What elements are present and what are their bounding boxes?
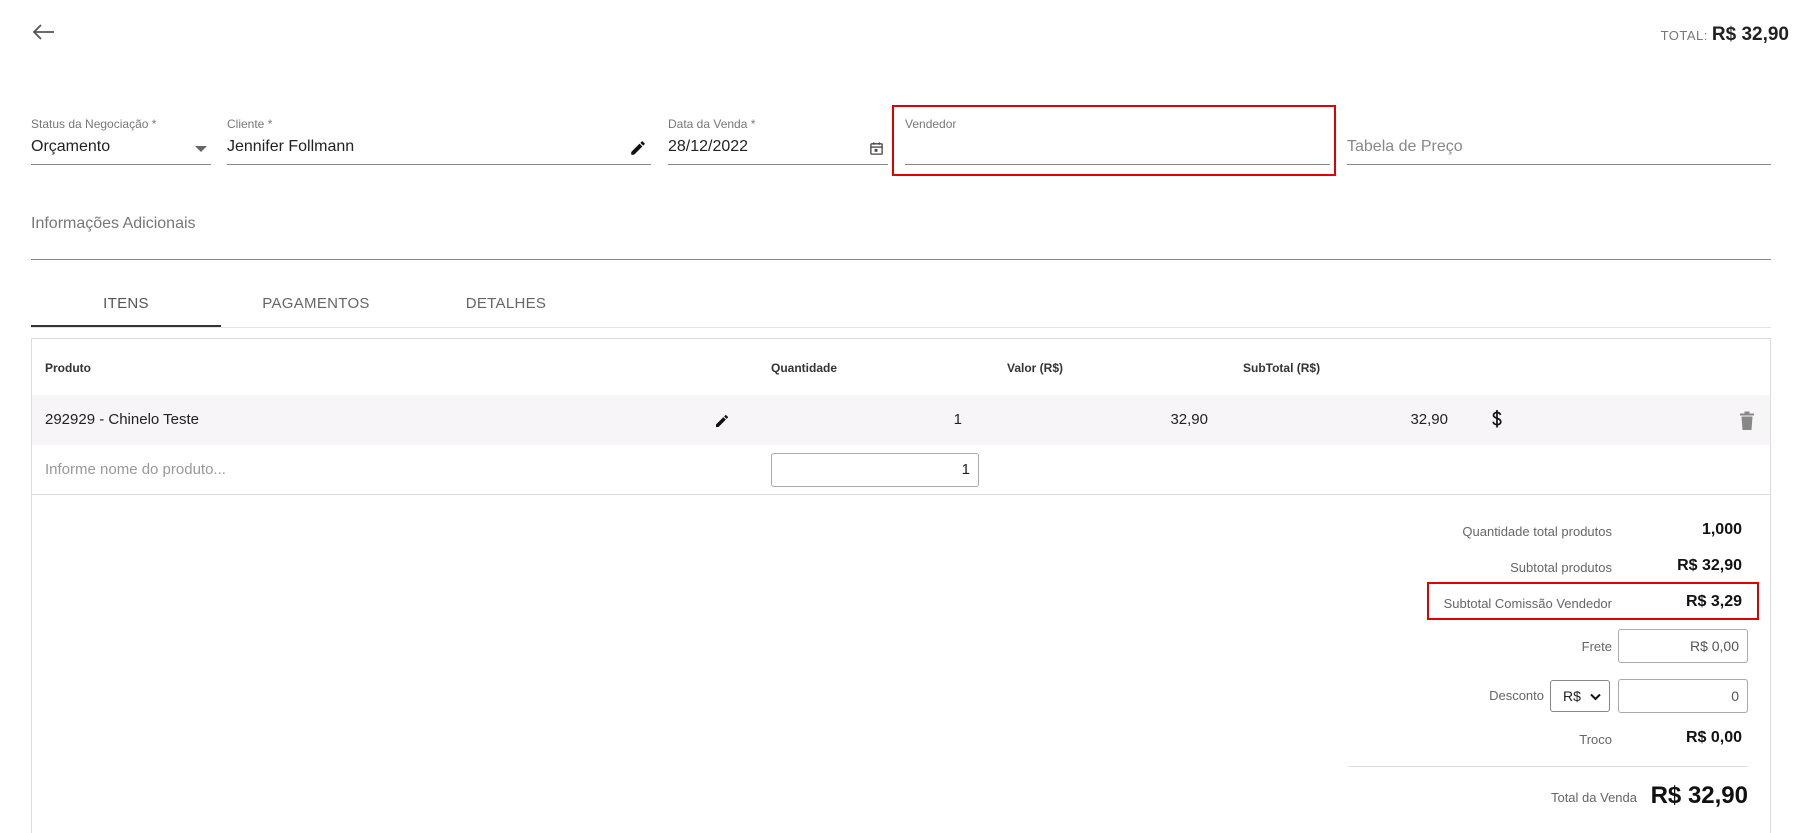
frete-label: Frete [1581,639,1612,654]
pencil-icon[interactable] [629,139,647,157]
status-select[interactable]: Status da Negociação * Orçamento [31,115,211,165]
product-search-input[interactable]: Informe nome do produto... [45,461,226,478]
desconto-input[interactable]: 0 [1618,679,1748,713]
desconto-currency-select[interactable]: R$ [1550,680,1610,712]
col-produto: Produto [45,361,91,375]
tabela-preco-field[interactable]: Tabela de Preço [1347,115,1771,165]
dollar-icon[interactable] [1490,409,1504,431]
desconto-currency-value: R$ [1563,688,1581,704]
table-row[interactable]: 292929 - Chinelo Teste 1 32,90 32,90 [32,395,1770,445]
back-arrow-icon[interactable] [30,22,56,42]
subtotal-value: R$ 32,90 [1677,557,1742,574]
col-quantidade: Quantidade [771,361,838,375]
troco-label: Troco [1579,732,1612,747]
tab-bar: ITENS PAGAMENTOS DETALHES [31,284,1771,328]
qtd-total-label: Quantidade total produtos [1462,524,1612,539]
chevron-down-icon [195,146,207,152]
tabela-preco-placeholder: Tabela de Preço [1347,138,1463,155]
trash-icon[interactable] [1739,411,1755,431]
header-total-value: R$ 32,90 [1711,24,1789,45]
row-quantidade: 1 [953,411,962,428]
items-panel: Produto Quantidade Valor (R$) SubTotal (… [31,338,1771,833]
calendar-icon[interactable] [869,141,884,156]
new-item-row: Informe nome do produto... 1 [32,445,1770,495]
tab-itens[interactable]: ITENS [31,284,221,327]
troco-value: R$ 0,00 [1685,729,1742,746]
col-valor: Valor (R$) [1007,361,1064,375]
row-subtotal: 32,90 [1410,411,1448,428]
data-venda-field[interactable]: Data da Venda * 28/12/2022 [668,115,888,165]
status-label: Status da Negociação * [31,117,157,131]
quantity-input[interactable]: 1 [771,453,979,487]
total-venda-label: Total da Venda [1550,790,1637,805]
subtotal-label: Subtotal produtos [1510,560,1612,575]
cliente-value: Jennifer Follmann [227,138,355,155]
cliente-label: Cliente * [227,117,273,131]
comissao-highlight [1427,582,1759,620]
data-venda-value: 28/12/2022 [668,138,749,155]
chevron-down-icon [1590,693,1601,701]
row-produto: 292929 - Chinelo Teste [45,411,199,428]
info-adicionais-field[interactable]: Informações Adicionais [31,210,1771,260]
pencil-icon[interactable] [714,413,730,429]
tab-detalhes[interactable]: DETALHES [411,284,601,327]
tab-pagamentos[interactable]: PAGAMENTOS [221,284,411,327]
info-adicionais-placeholder: Informações Adicionais [31,215,196,232]
table-header: Produto Quantidade Valor (R$) SubTotal (… [32,339,1770,395]
vendedor-highlight [892,105,1336,176]
header-total-label: TOTAL: [1660,28,1708,43]
data-venda-label: Data da Venda * [668,117,756,131]
col-subtotal: SubTotal (R$) [1243,361,1321,375]
header-total: TOTAL: R$ 32,90 [1661,24,1789,46]
total-venda-value: R$ 32,90 [1650,782,1748,809]
frete-input[interactable]: R$ 0,00 [1618,629,1748,663]
desconto-label: Desconto [1489,688,1544,703]
row-valor: 32,90 [1170,411,1208,428]
cliente-field[interactable]: Cliente * Jennifer Follmann [227,115,651,165]
qtd-total-value: 1,000 [1701,521,1742,538]
summary-divider [1348,766,1748,767]
status-value: Orçamento [31,138,111,155]
